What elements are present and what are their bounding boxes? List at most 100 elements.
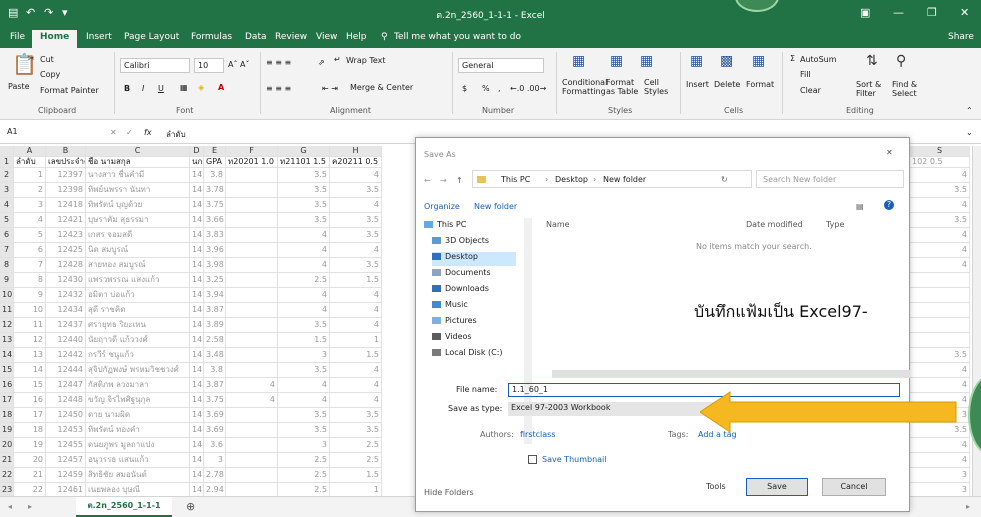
grid-cell[interactable]: 12457 [46, 453, 86, 468]
row-header[interactable]: 17 [0, 393, 14, 408]
grid-cell[interactable]: 4 [910, 243, 970, 258]
cut-icon[interactable]: ✂ [28, 54, 35, 63]
row-header[interactable]: 16 [0, 378, 14, 393]
expand-formula-icon[interactable]: ⌄ [966, 128, 973, 137]
cancel-formula-icon[interactable]: ✕ [110, 128, 117, 137]
grid-cell[interactable]: 3.87 [204, 303, 226, 318]
grid-cell[interactable] [226, 213, 278, 228]
nav-item[interactable]: 3D Objects [432, 236, 516, 250]
enter-formula-icon[interactable]: ✓ [126, 128, 133, 137]
grid-cell[interactable]: 3 [910, 483, 970, 496]
find-select-button[interactable]: Find & Select [892, 80, 928, 98]
left-align-icon[interactable]: ≡ ≡ ≡ [266, 84, 291, 93]
grid-cell[interactable]: 4 [278, 228, 330, 243]
grid-cell[interactable]: 3.5 [910, 348, 970, 363]
help-icon[interactable]: ? [884, 200, 894, 210]
grid-cell[interactable]: 12434 [46, 303, 86, 318]
grid-cell[interactable]: 12423 [46, 228, 86, 243]
grid-cell[interactable]: 12453 [46, 423, 86, 438]
grid-cell[interactable]: อมิตา บ่อแก้ว [86, 288, 190, 303]
grid-cell[interactable]: 14 [190, 348, 204, 363]
grid-cell[interactable] [226, 363, 278, 378]
sheet-tab-active[interactable]: ต.2n_2560_1-1-1 [76, 497, 172, 517]
conditional-formatting-button[interactable]: Conditional Formatting [562, 78, 607, 96]
grid-cell[interactable]: 14 [190, 318, 204, 333]
header-cell[interactable]: ท21101 1.5 [278, 157, 330, 168]
row-header[interactable]: 10 [0, 288, 14, 303]
grid-cell[interactable]: 3.5 [278, 213, 330, 228]
grid-cell[interactable]: 3.5 [330, 423, 382, 438]
grid-cell[interactable]: 2.5 [278, 453, 330, 468]
format-painter-button[interactable]: Format Painter [40, 86, 99, 95]
formula-value[interactable]: ลำดับ [166, 128, 186, 141]
grid-cell[interactable]: 3.83 [204, 228, 226, 243]
nav-item[interactable]: This PC [424, 220, 516, 234]
grid-cell[interactable]: ดาย นามผิด [86, 408, 190, 423]
grid-cell[interactable]: 21 [14, 468, 46, 483]
delete-cells-button[interactable]: Delete [714, 80, 740, 89]
path-desktop[interactable]: Desktop [555, 175, 588, 184]
grid-cell[interactable]: เกสร จอมสดี [86, 228, 190, 243]
share-button[interactable]: Share [948, 32, 974, 42]
grid-cell[interactable]: 12425 [46, 243, 86, 258]
sort-filter-button[interactable]: Sort & Filter [856, 80, 890, 98]
header-cell[interactable]: ค20211 0.5 [330, 157, 382, 168]
grid-cell[interactable] [226, 423, 278, 438]
scroll-left-icon[interactable]: ◂ [8, 502, 12, 511]
grid-cell[interactable]: สุดี ราชคิด [86, 303, 190, 318]
grid-cell[interactable] [910, 273, 970, 288]
ribbon-display-icon[interactable]: ▣ [860, 6, 870, 19]
nav-item[interactable]: Desktop [432, 252, 516, 266]
grid-cell[interactable]: 14 [190, 213, 204, 228]
row-header[interactable]: 23 [0, 483, 14, 496]
grid-cell[interactable]: 4 [278, 288, 330, 303]
grid-cell[interactable]: 4 [330, 393, 382, 408]
grid-cell[interactable]: 4 [278, 258, 330, 273]
grid-cell[interactable]: นิด สมบูรณ์ [86, 243, 190, 258]
grid-cell[interactable]: 3.8 [204, 168, 226, 183]
grid-cell[interactable]: 3.5 [278, 318, 330, 333]
tools-button[interactable]: Tools [706, 482, 726, 491]
grid-cell[interactable]: 22 [14, 483, 46, 496]
nav-item[interactable]: Pictures [432, 316, 516, 330]
grid-cell[interactable]: 12418 [46, 198, 86, 213]
grid-cell[interactable]: อนุวรรธ แสนแก้ว [86, 453, 190, 468]
grid-cell[interactable]: กัสติภพ ลวงมาลา [86, 378, 190, 393]
tab-help[interactable]: Help [346, 32, 367, 42]
format-as-table-button[interactable]: Format as Table [606, 78, 644, 96]
grid-cell[interactable]: แพรวพรรณ แสงแก้ว [86, 273, 190, 288]
autosum-button[interactable]: AutoSum [800, 55, 837, 64]
grid-cell[interactable]: 3.5 [278, 183, 330, 198]
grid-cell[interactable]: 4 [330, 303, 382, 318]
row-header[interactable]: 2 [0, 168, 14, 183]
grid-cell[interactable] [226, 198, 278, 213]
grid-cell[interactable]: ทิพรัตน์ ทองคำ [86, 423, 190, 438]
indent-icon[interactable]: ⇤ ⇥ [322, 84, 338, 93]
column-header[interactable]: A [14, 146, 46, 157]
grid-cell[interactable]: 9 [14, 288, 46, 303]
column-type[interactable]: Type [826, 220, 844, 229]
header-cell[interactable]: นก [190, 157, 204, 168]
grid-cell[interactable]: 3 [204, 453, 226, 468]
row-header[interactable]: 12 [0, 318, 14, 333]
grid-cell[interactable]: 3 [14, 198, 46, 213]
grid-cell[interactable]: 5 [14, 228, 46, 243]
grid-cell[interactable]: 14 [190, 423, 204, 438]
grid-cell[interactable]: 3.5 [278, 363, 330, 378]
grid-cell[interactable]: 3.69 [204, 423, 226, 438]
italic-button[interactable]: I [142, 84, 144, 93]
grid-cell[interactable]: 4 [330, 378, 382, 393]
grow-font-icon[interactable]: Aˆ Aˇ [228, 60, 250, 69]
grid-cell[interactable]: 3.5 [330, 228, 382, 243]
grid-cell[interactable]: 4 [910, 453, 970, 468]
row-header[interactable]: 4 [0, 198, 14, 213]
grid-cell[interactable] [226, 243, 278, 258]
row-header[interactable]: 20 [0, 438, 14, 453]
grid-cell[interactable]: 3.8 [204, 363, 226, 378]
grid-cell[interactable]: 12430 [46, 273, 86, 288]
grid-cell[interactable]: สุจิปกัฏพงษ์ พรหมวิชชวงศ์ [86, 363, 190, 378]
maximize-icon[interactable]: ❐ [927, 6, 937, 19]
column-date-modified[interactable]: Date modified [746, 220, 803, 229]
grid-cell[interactable]: ทิพรัตน์ บุญด้วย [86, 198, 190, 213]
grid-cell[interactable]: 3.5 [330, 408, 382, 423]
